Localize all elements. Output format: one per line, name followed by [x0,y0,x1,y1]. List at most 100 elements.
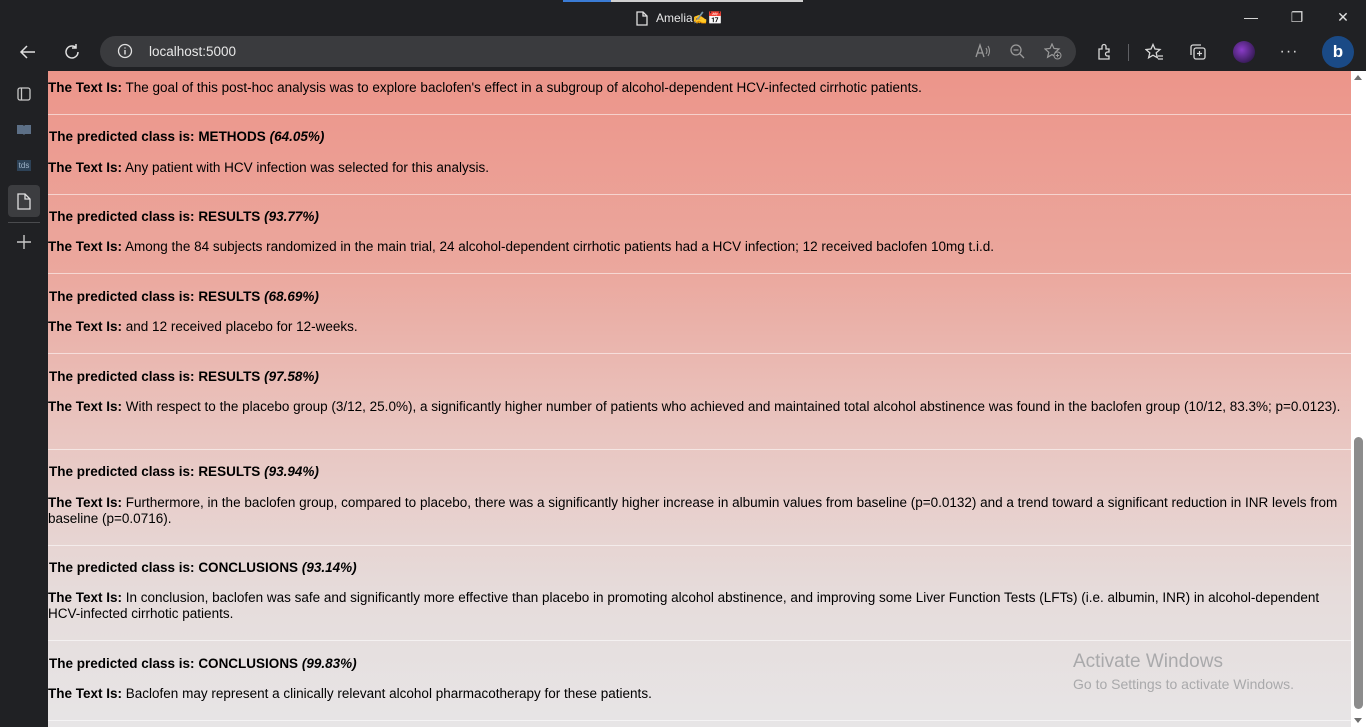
result-entry: The predicted class is: CONCLUSIONS (93.… [48,546,1351,641]
class-prefix: The predicted class is: [49,289,199,304]
text-label: The Text Is: [48,319,123,334]
text-value: Among the 84 subjects randomized in the … [125,239,995,254]
class-confidence: (68.69%) [264,289,319,304]
watermark-subtitle: Go to Settings to activate Windows. [1073,676,1294,692]
url-text[interactable]: localhost:5000 [149,44,236,59]
zoom-out-icon[interactable] [1009,43,1025,59]
result-text: The Text Is: Among the 84 subjects rando… [48,239,1350,255]
text-label: The Text Is: [48,239,123,254]
vertical-scrollbar[interactable] [1351,71,1366,727]
favorites-button[interactable] [1138,36,1170,68]
scroll-down-arrow-icon[interactable] [1354,718,1362,723]
back-icon [19,45,35,59]
result-text: The Text Is: and 12 received placebo for… [48,319,1350,335]
browser-toolbar: localhost:5000 ··· b [0,34,1366,70]
class-prefix: The predicted class is: [49,209,199,224]
text-value: Furthermore, in the baclofen group, comp… [48,495,1338,526]
predicted-class: The predicted class is: METHODS (64.05%) [49,129,324,144]
result-entry: The predicted class is: RESULTS (97.58%)… [48,354,1351,450]
text-label: The Text Is: [48,399,123,414]
tds-tab-icon: tds [16,159,32,171]
class-prefix: The predicted class is: [49,369,199,384]
address-bar[interactable]: localhost:5000 [100,36,1076,67]
restore-icon: ❐ [1290,8,1304,25]
class-confidence: (97.58%) [264,369,319,384]
class-prefix: The predicted class is: [49,129,199,144]
info-icon[interactable] [117,43,133,59]
predicted-class: The predicted class is: RESULTS (97.58%) [49,369,319,384]
back-button[interactable] [12,36,44,68]
sidebar-tab-page[interactable] [8,185,40,217]
text-value: and 12 received placebo for 12-weeks. [125,319,358,334]
text-value: In conclusion, baclofen was safe and sig… [48,590,1320,621]
close-button[interactable]: ✕ [1320,0,1366,34]
new-tab-button[interactable] [8,226,40,258]
page-content: The Text Is: The goal of this post-hoc a… [48,71,1351,727]
page-tab-icon [17,192,31,210]
predicted-class: The predicted class is: RESULTS (93.77%) [49,209,319,224]
text-label: The Text Is: [48,590,123,605]
profile-avatar[interactable] [1233,41,1255,63]
extensions-button[interactable] [1089,36,1121,68]
bing-icon: b [1332,42,1344,61]
class-value: RESULTS [198,369,261,384]
tab-actions-icon [17,87,31,101]
add-favorite-icon[interactable] [1044,43,1062,60]
class-value: RESULTS [198,209,261,224]
predicted-class: The predicted class is: CONCLUSIONS (93.… [49,560,357,575]
text-label: The Text Is: [48,160,123,175]
class-confidence: (93.77%) [264,209,319,224]
text-value: With respect to the placebo group (3/12,… [125,399,1341,414]
text-value: The goal of this post-hoc analysis was t… [125,80,922,95]
result-entry: The Text Is: The goal of this post-hoc a… [48,71,1351,115]
watermark-title: Activate Windows [1073,651,1223,672]
window-title: Amelia✍️📅 [636,9,723,27]
refresh-icon [65,44,79,59]
book-tab-icon [17,125,31,135]
class-prefix: The predicted class is: [49,560,199,575]
read-aloud-icon[interactable] [974,43,992,59]
page-icon [636,10,648,26]
predicted-class: The predicted class is: CONCLUSIONS (99.… [49,656,357,671]
predicted-class: The predicted class is: RESULTS (68.69%) [49,289,319,304]
class-prefix: The predicted class is: [49,464,199,479]
class-confidence: (99.83%) [301,656,357,671]
sidebar-tab-book[interactable] [8,113,40,145]
favorites-icon [1144,43,1163,60]
class-confidence: (93.94%) [264,464,319,479]
class-prefix: The predicted class is: [49,656,199,671]
tab-actions-button[interactable] [8,78,40,110]
vertical-tabs-sidebar: tds [0,70,47,727]
text-value: Any patient with HCV infection was selec… [125,160,489,175]
class-value: METHODS [198,129,266,144]
collections-button[interactable] [1182,36,1214,68]
bing-button[interactable]: b [1322,36,1354,68]
class-confidence: (93.14%) [301,560,357,575]
text-label: The Text Is: [48,495,123,510]
more-button[interactable]: ··· [1273,36,1305,68]
text-label: The Text Is: [48,686,123,701]
scroll-up-arrow-icon[interactable] [1354,75,1362,80]
class-value: RESULTS [198,289,261,304]
tab-strip-active-indicator [563,0,611,2]
result-text: The Text Is: Furthermore, in the baclofe… [48,495,1350,527]
result-text: The Text Is: The goal of this post-hoc a… [48,80,1350,96]
minimize-icon: — [1244,9,1258,25]
minimize-button[interactable]: — [1228,0,1274,34]
more-icon: ··· [1279,43,1299,60]
scrollbar-thumb[interactable] [1354,437,1363,709]
result-entry: The predicted class is: RESULTS (68.69%)… [48,274,1351,354]
text-value: Baclofen may represent a clinically rele… [125,686,652,701]
class-value: RESULTS [198,464,261,479]
title-bar: Amelia✍️📅 — ❐ ✕ [0,0,1366,34]
sidebar-divider [8,222,40,223]
collections-icon [1190,44,1206,60]
sidebar-tab-tds[interactable]: tds [8,149,40,181]
restore-button[interactable]: ❐ [1274,0,1320,34]
new-tab-icon [17,235,31,249]
refresh-button[interactable] [56,36,88,68]
result-text: The Text Is: Any patient with HCV infect… [48,160,1350,176]
class-value: CONCLUSIONS [198,656,299,671]
result-entry: The predicted class is: RESULTS (93.77%)… [48,195,1351,274]
tab-title-text: Amelia✍️📅 [656,11,723,25]
